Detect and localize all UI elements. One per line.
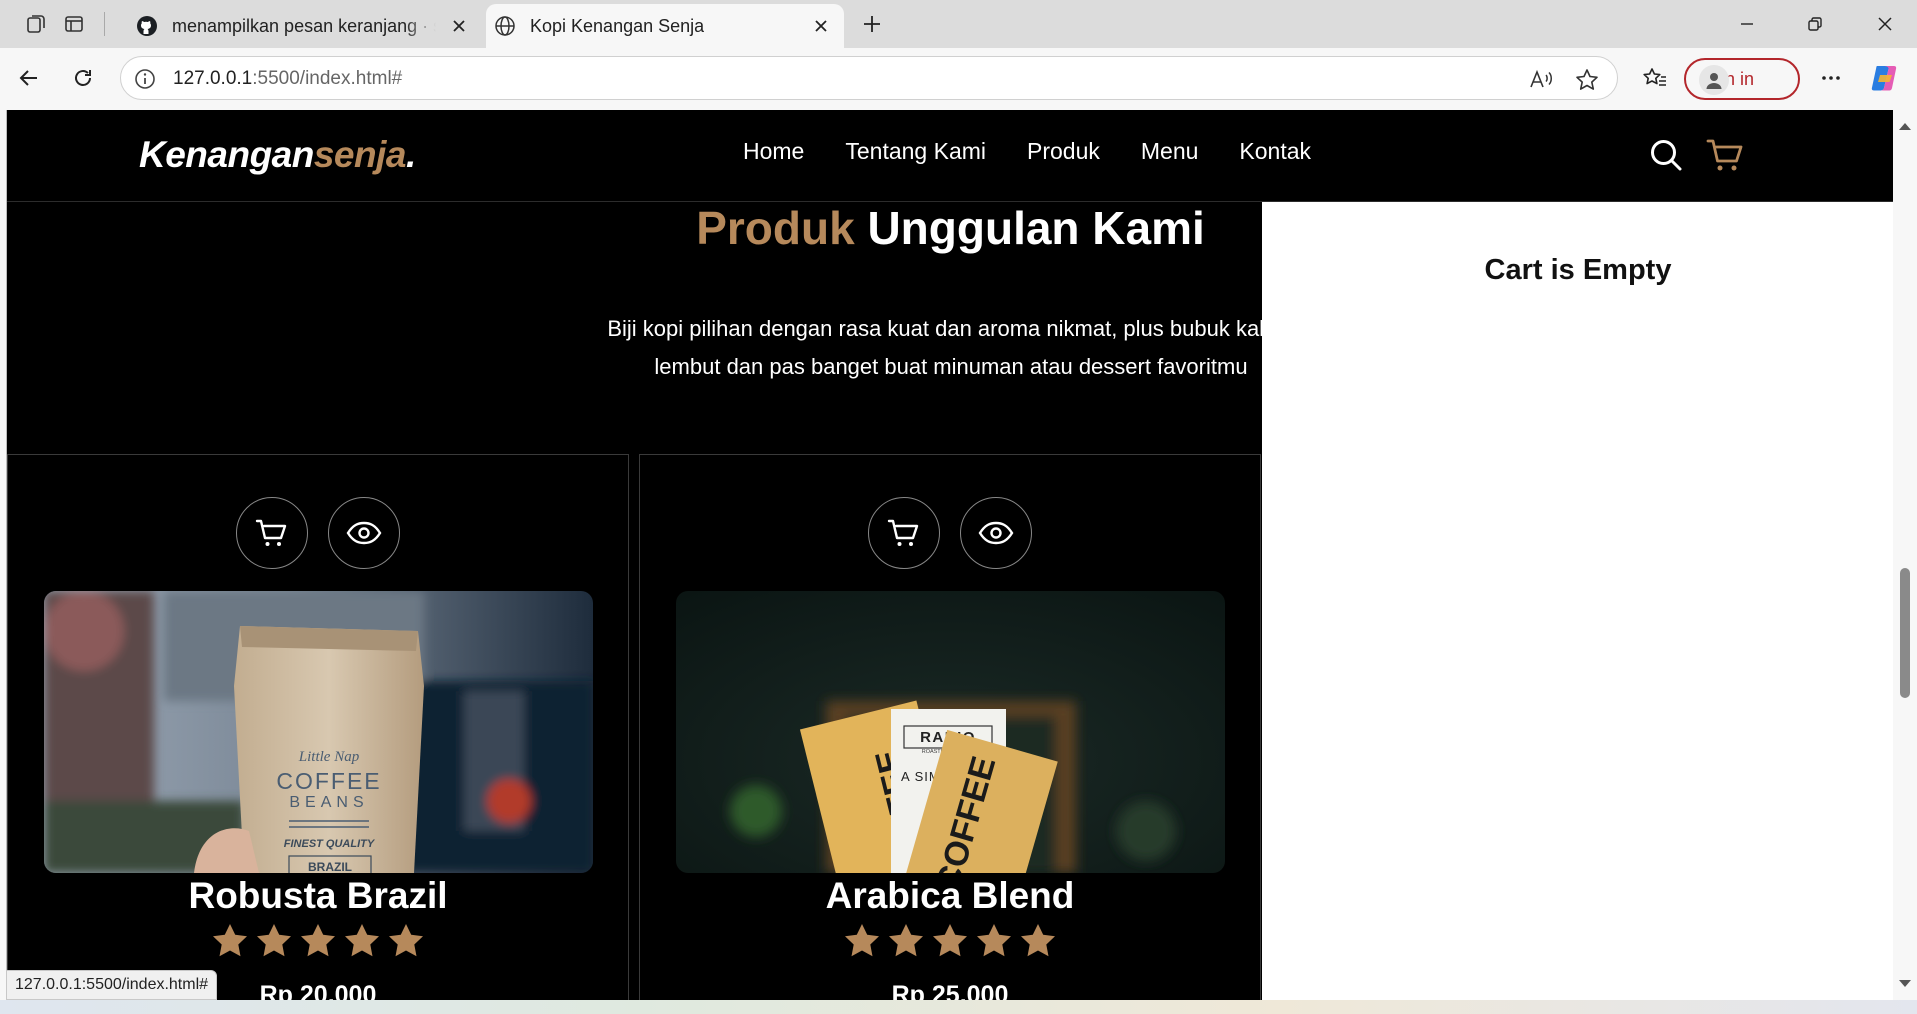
bag-text-brand: Little Nap: [298, 749, 360, 765]
browser-toolbar: 127.0.0.1:5500/index.html# Sign in: [0, 48, 1917, 108]
sign-in-button[interactable]: Sign in: [1684, 58, 1800, 100]
star-icon: [257, 924, 291, 957]
more-options-icon[interactable]: [1812, 60, 1850, 96]
product-actions: [640, 497, 1260, 569]
cart-empty-message: Cart is Empty: [1484, 254, 1672, 286]
favorite-star-icon[interactable]: [1573, 66, 1601, 94]
tab-actions-icon[interactable]: [58, 9, 90, 39]
product-rating: [8, 923, 628, 957]
tab-title: menampilkan pesan keranjang · si: [172, 15, 436, 36]
page-scrollbar[interactable]: [1893, 110, 1917, 1000]
product-price: Rp 25.000: [891, 981, 1009, 1000]
workspaces-icon[interactable]: [20, 9, 52, 39]
tab-title: Kopi Kenangan Senja: [530, 15, 705, 36]
eye-icon: [978, 521, 1014, 545]
shopping-cart-panel: Cart is Empty: [1262, 202, 1893, 1000]
profile-avatar-icon: [1699, 65, 1729, 95]
star-icon: [933, 924, 967, 957]
nav-kontak[interactable]: Kontak: [1239, 138, 1311, 165]
product-name: Robusta Brazil: [188, 875, 448, 916]
minimize-button[interactable]: [1718, 6, 1776, 42]
taskbar-edge: [0, 1000, 1917, 1014]
close-tab-icon[interactable]: [810, 15, 832, 37]
close-window-button[interactable]: [1856, 6, 1914, 42]
add-to-cart-button[interactable]: [236, 497, 308, 569]
favorites-icon[interactable]: [1636, 60, 1674, 96]
close-tab-icon[interactable]: [448, 15, 470, 37]
product-card: Little Nap COFFEE BEANS FINEST QUALITY B…: [7, 454, 629, 1000]
tab-kopi-kenangan[interactable]: Kopi Kenangan Senja: [486, 4, 844, 48]
view-detail-button[interactable]: [960, 497, 1032, 569]
shopping-cart-icon[interactable]: [1704, 134, 1746, 176]
cart-icon: [887, 519, 919, 546]
product-name: Arabica Blend: [825, 875, 1075, 916]
bag-text-beans: BEANS: [289, 794, 368, 811]
bag-text-coffee: COFFEE: [276, 768, 381, 794]
star-icon: [845, 924, 879, 957]
nav-produk[interactable]: Produk: [1027, 138, 1100, 165]
view-detail-button[interactable]: [328, 497, 400, 569]
star-icon: [889, 924, 923, 957]
logo-accent: senja: [313, 134, 407, 175]
section-title-rest: Unggulan Kami: [867, 202, 1205, 254]
nav-links: Home Tentang Kami Produk Menu Kontak: [743, 138, 1352, 165]
reload-button[interactable]: [64, 60, 102, 96]
logo-main: Kenangan: [139, 134, 314, 175]
search-icon[interactable]: [1645, 134, 1687, 176]
tab-github[interactable]: menampilkan pesan keranjang · si: [128, 4, 482, 48]
section-title-accent: Produk: [696, 202, 855, 254]
browser-window: menampilkan pesan keranjang · si Kopi Ke…: [0, 0, 1917, 1014]
bag-text-quality: FINEST QUALITY: [284, 838, 376, 850]
star-icon: [301, 924, 335, 957]
tab-strip: menampilkan pesan keranjang · si Kopi Ke…: [0, 0, 1917, 48]
cart-icon: [255, 519, 287, 546]
logo-dot: .: [405, 134, 416, 175]
copilot-icon[interactable]: [1866, 60, 1904, 96]
star-icon: [213, 924, 247, 957]
address-text: 127.0.0.1:5500/index.html#: [173, 68, 402, 90]
back-button[interactable]: [10, 60, 48, 96]
product-card: COFFEE RADIO ROASTING COFFEE A SIMPL COF…: [639, 454, 1261, 1000]
scrollbar-thumb[interactable]: [1900, 568, 1910, 698]
address-bar[interactable]: 127.0.0.1:5500/index.html#: [120, 56, 1618, 100]
status-bar-url: 127.0.0.1:5500/index.html#: [6, 970, 218, 1000]
site-logo[interactable]: Kenangansenja.: [139, 134, 416, 176]
product-actions: [8, 497, 628, 569]
nav-menu[interactable]: Menu: [1141, 138, 1199, 165]
coffee-bag-photo: Little Nap COFFEE BEANS FINEST QUALITY B…: [44, 591, 593, 873]
star-icon: [1021, 924, 1055, 957]
eye-icon: [346, 521, 382, 545]
tab-separator: [104, 12, 105, 36]
read-aloud-icon[interactable]: [1527, 66, 1555, 94]
star-icon: [389, 924, 423, 957]
scroll-up-arrow-icon[interactable]: [1897, 118, 1913, 134]
scroll-down-arrow-icon[interactable]: [1897, 976, 1913, 992]
new-tab-button[interactable]: [856, 8, 888, 40]
nav-tentang-kami[interactable]: Tentang Kami: [845, 138, 986, 165]
address-host: 127.0.0.1: [173, 68, 253, 89]
product-rating: [640, 923, 1260, 957]
globe-icon: [494, 15, 516, 37]
star-icon: [345, 924, 379, 957]
add-to-cart-button[interactable]: [868, 497, 940, 569]
nav-home[interactable]: Home: [743, 138, 804, 165]
bag-text-origin: BRAZIL: [308, 860, 352, 873]
star-icon: [977, 924, 1011, 957]
page-viewport: Kenangansenja. Home Tentang Kami Produk …: [6, 110, 1893, 1000]
coffee-packets-photo: COFFEE RADIO ROASTING COFFEE A SIMPL COF…: [676, 591, 1225, 873]
github-icon: [136, 15, 158, 37]
address-path: :5500/index.html#: [252, 68, 403, 89]
restore-button[interactable]: [1786, 6, 1844, 42]
site-info-icon[interactable]: [133, 67, 157, 91]
site-navbar: Kenangansenja. Home Tentang Kami Produk …: [7, 110, 1893, 202]
